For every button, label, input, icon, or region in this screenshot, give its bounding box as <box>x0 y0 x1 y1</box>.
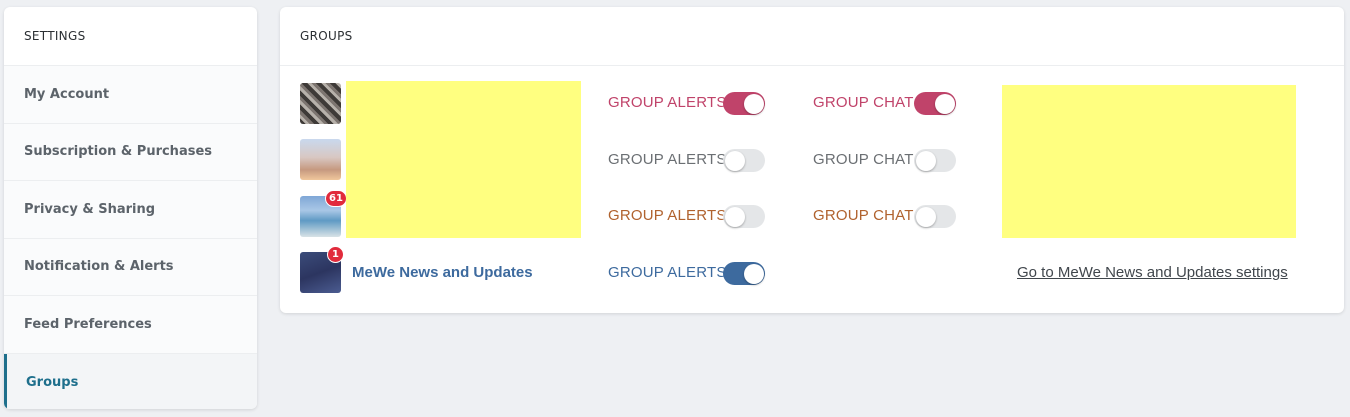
toggle-knob <box>743 263 764 284</box>
group-chat-label: GROUP CHAT <box>813 151 914 168</box>
group-alerts-toggle[interactable] <box>723 92 765 115</box>
group-alerts-toggle[interactable] <box>723 205 765 228</box>
groups-title: GROUPS <box>280 7 1344 66</box>
toggle-knob <box>934 93 955 114</box>
mewe-news-settings-link[interactable]: Go to MeWe News and Updates settings <box>1017 264 1288 281</box>
group-chat-label: GROUP CHAT <box>813 94 914 111</box>
sidebar-item-my-account[interactable]: My Account <box>4 66 257 124</box>
toggle-knob <box>743 93 764 114</box>
group-alerts-label: GROUP ALERTS <box>608 207 727 224</box>
group-alerts-toggle[interactable] <box>723 149 765 172</box>
sidebar-title: SETTINGS <box>4 7 257 66</box>
group-chat-toggle[interactable] <box>914 149 956 172</box>
sidebar-item-feed-preferences[interactable]: Feed Preferences <box>4 296 257 354</box>
group-alerts-label: GROUP ALERTS <box>608 94 727 111</box>
group-chat-label: GROUP CHAT <box>813 207 914 224</box>
unread-badge: 1 <box>327 246 344 263</box>
group-avatar[interactable] <box>300 83 341 124</box>
sidebar-item-subscription[interactable]: Subscription & Purchases <box>4 123 257 181</box>
redacted-group-links <box>1002 85 1296 238</box>
toggle-knob <box>915 150 936 171</box>
toggle-knob <box>915 206 936 227</box>
toggle-knob <box>724 206 745 227</box>
group-alerts-toggle[interactable] <box>723 262 765 285</box>
groups-card: GROUPS 61 1 GROUP ALERTS GROUP CHAT GROU… <box>280 7 1344 313</box>
redacted-group-names <box>346 81 581 238</box>
group-alerts-label: GROUP ALERTS <box>608 151 727 168</box>
unread-badge: 61 <box>325 190 347 207</box>
sidebar-item-notifications[interactable]: Notification & Alerts <box>4 238 257 296</box>
group-chat-toggle[interactable] <box>914 205 956 228</box>
group-alerts-label: GROUP ALERTS <box>608 264 727 281</box>
toggle-knob <box>724 150 745 171</box>
group-avatar[interactable] <box>300 139 341 180</box>
group-chat-toggle[interactable] <box>914 92 956 115</box>
group-name-mewe-news[interactable]: MeWe News and Updates <box>352 264 533 281</box>
sidebar-item-privacy[interactable]: Privacy & Sharing <box>4 181 257 239</box>
sidebar-item-groups[interactable]: Groups <box>4 353 257 409</box>
settings-sidebar: SETTINGS My Account Subscription & Purch… <box>4 7 257 409</box>
